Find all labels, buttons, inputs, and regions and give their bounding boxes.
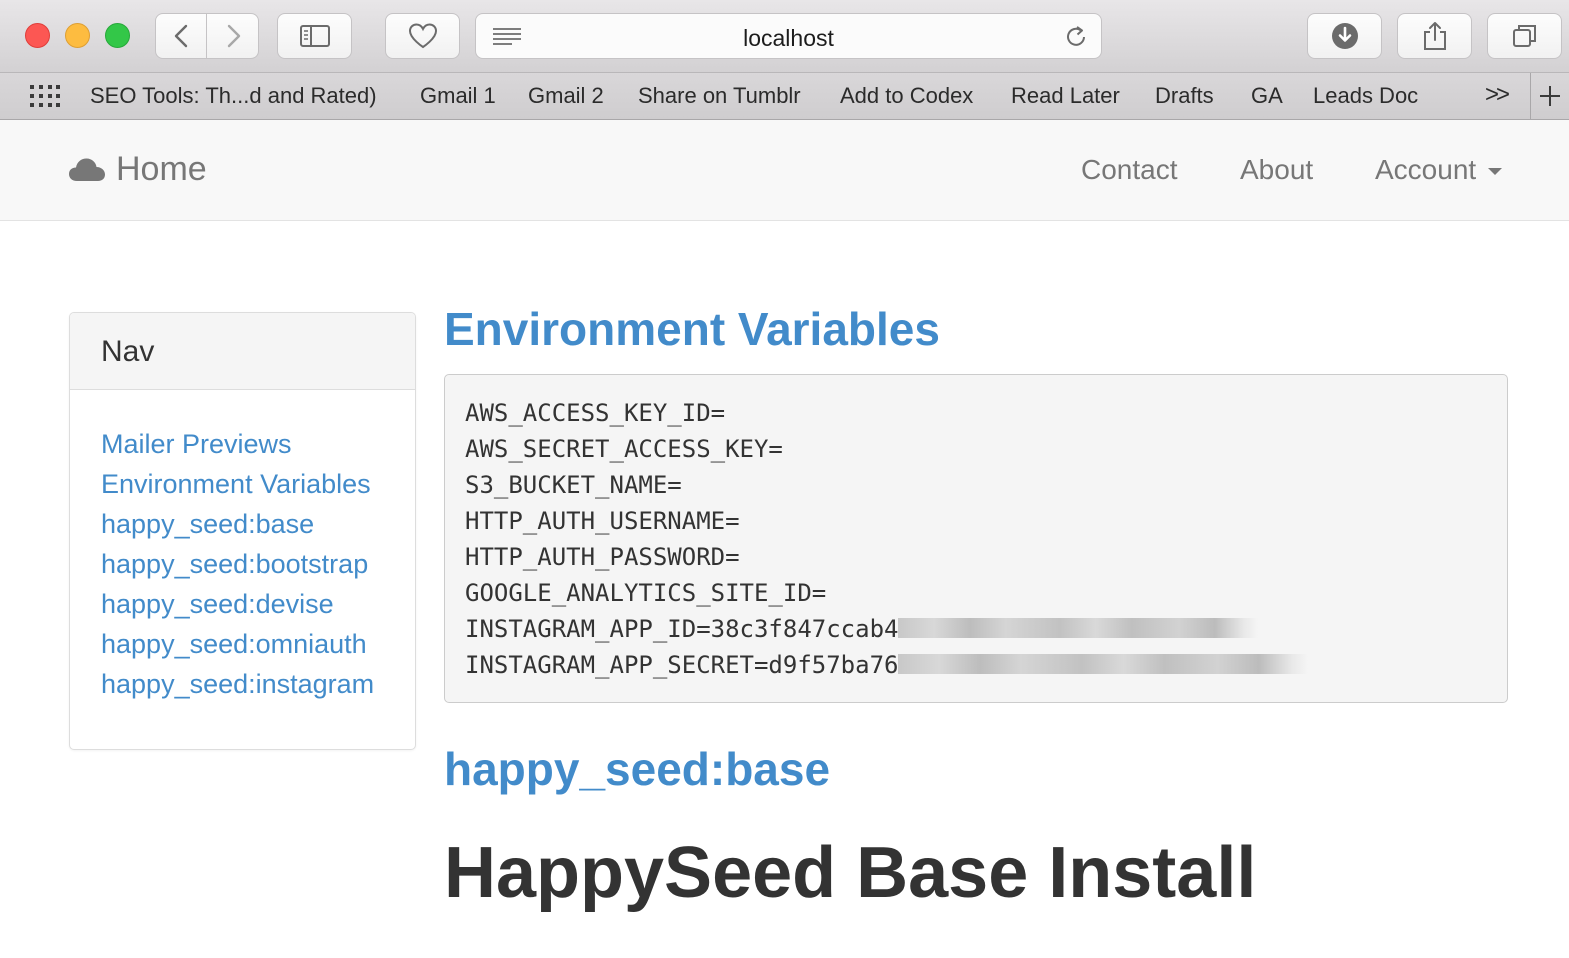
reload-icon[interactable] bbox=[1063, 24, 1089, 50]
download-icon bbox=[1331, 23, 1358, 49]
nav-account-dropdown[interactable]: Account bbox=[1375, 154, 1503, 186]
top-sites-grid-icon[interactable] bbox=[30, 85, 60, 107]
nav-panel: Nav Mailer Previews Environment Variable… bbox=[69, 312, 416, 750]
bookmarks-overflow-button[interactable]: >> bbox=[1485, 81, 1510, 109]
downloads-button[interactable] bbox=[1307, 13, 1382, 59]
bookmark-gmail-1[interactable]: Gmail 1 bbox=[420, 83, 496, 109]
window-zoom-button[interactable] bbox=[105, 23, 130, 48]
env-line-text: INSTAGRAM_APP_SECRET=d9f57ba76 bbox=[465, 651, 899, 679]
sidebar-link-happy-seed-base[interactable]: happy_seed:base bbox=[101, 504, 384, 544]
env-line: S3_BUCKET_NAME= bbox=[465, 471, 682, 499]
plus-icon bbox=[1540, 86, 1560, 106]
history-nav-group bbox=[155, 13, 259, 59]
sidebar-icon bbox=[299, 25, 330, 47]
env-line: HTTP_AUTH_USERNAME= bbox=[465, 507, 740, 535]
env-line: AWS_ACCESS_KEY_ID= bbox=[465, 399, 726, 427]
bookmark-read-later[interactable]: Read Later bbox=[1011, 83, 1120, 109]
environment-variables-heading[interactable]: Environment Variables bbox=[444, 302, 940, 356]
bookmark-add-to-codex[interactable]: Add to Codex bbox=[840, 83, 973, 109]
brand-text: Home bbox=[116, 150, 207, 188]
sidebar-link-happy-seed-devise[interactable]: happy_seed:devise bbox=[101, 584, 384, 624]
chevron-right-icon bbox=[227, 24, 240, 48]
sidebar-link-happy-seed-instagram[interactable]: happy_seed:instagram bbox=[101, 664, 384, 704]
env-line: AWS_SECRET_ACCESS_KEY= bbox=[465, 435, 783, 463]
tabs-icon bbox=[1512, 25, 1536, 47]
heart-icon bbox=[408, 23, 437, 49]
sidebar-link-happy-seed-bootstrap[interactable]: happy_seed:bootstrap bbox=[101, 544, 384, 584]
env-line-text: INSTAGRAM_APP_ID=38c3f847ccab4 bbox=[465, 615, 899, 643]
nav-panel-body: Mailer Previews Environment Variables ha… bbox=[70, 390, 415, 738]
site-navbar: Home Contact About Account bbox=[0, 120, 1569, 221]
browser-toolbar: localhost bbox=[0, 0, 1569, 73]
chevron-left-icon bbox=[174, 24, 188, 48]
bookmark-drafts[interactable]: Drafts bbox=[1155, 83, 1214, 109]
happy-seed-base-heading[interactable]: happy_seed:base bbox=[444, 742, 830, 796]
bookmark-leads-doc[interactable]: Leads Doc bbox=[1313, 83, 1418, 109]
sidebar-link-happy-seed-omniauth[interactable]: happy_seed:omniauth bbox=[101, 624, 384, 664]
sidebar-link-mailer-previews[interactable]: Mailer Previews bbox=[101, 424, 384, 464]
cloud-icon bbox=[69, 158, 105, 181]
forward-button[interactable] bbox=[208, 14, 259, 58]
redacted-blur bbox=[898, 654, 1309, 674]
env-line-redacted: INSTAGRAM_APP_ID=38c3f847ccab4 bbox=[465, 611, 1487, 647]
share-button[interactable] bbox=[1397, 13, 1472, 59]
favorites-button[interactable] bbox=[385, 13, 460, 59]
bookmark-ga[interactable]: GA bbox=[1251, 83, 1283, 109]
back-button[interactable] bbox=[156, 14, 207, 58]
brand-link[interactable]: Home bbox=[68, 150, 207, 189]
sidebar-toggle-button[interactable] bbox=[277, 13, 352, 59]
page-title: HappySeed Base Install bbox=[444, 833, 1257, 913]
env-line-redacted: INSTAGRAM_APP_SECRET=d9f57ba76 bbox=[465, 647, 1487, 683]
window-minimize-button[interactable] bbox=[65, 23, 90, 48]
env-vars-code-block: AWS_ACCESS_KEY_ID= AWS_SECRET_ACCESS_KEY… bbox=[444, 374, 1508, 703]
sidebar-link-environment-variables[interactable]: Environment Variables bbox=[101, 464, 384, 504]
window-close-button[interactable] bbox=[25, 23, 50, 48]
nav-contact-link[interactable]: Contact bbox=[1081, 154, 1178, 186]
caret-down-icon bbox=[1488, 168, 1503, 176]
nav-account-label: Account bbox=[1375, 154, 1477, 185]
bookmark-share-on-tumblr[interactable]: Share on Tumblr bbox=[638, 83, 801, 109]
new-tab-button[interactable] bbox=[1530, 73, 1569, 119]
nav-about-link[interactable]: About bbox=[1240, 154, 1313, 186]
share-icon bbox=[1423, 22, 1446, 50]
bookmark-seo-tools[interactable]: SEO Tools: Th...d and Rated) bbox=[90, 83, 377, 109]
url-text: localhost bbox=[743, 25, 834, 51]
env-line: GOOGLE_ANALYTICS_SITE_ID= bbox=[465, 579, 827, 607]
nav-panel-heading: Nav bbox=[70, 313, 415, 390]
env-line: HTTP_AUTH_PASSWORD= bbox=[465, 543, 740, 571]
bookmarks-bar: SEO Tools: Th...d and Rated) Gmail 1 Gma… bbox=[0, 73, 1569, 120]
address-bar[interactable]: localhost bbox=[475, 13, 1102, 59]
bookmark-gmail-2[interactable]: Gmail 2 bbox=[528, 83, 604, 109]
redacted-blur bbox=[898, 618, 1259, 638]
tabs-overview-button[interactable] bbox=[1487, 13, 1562, 59]
